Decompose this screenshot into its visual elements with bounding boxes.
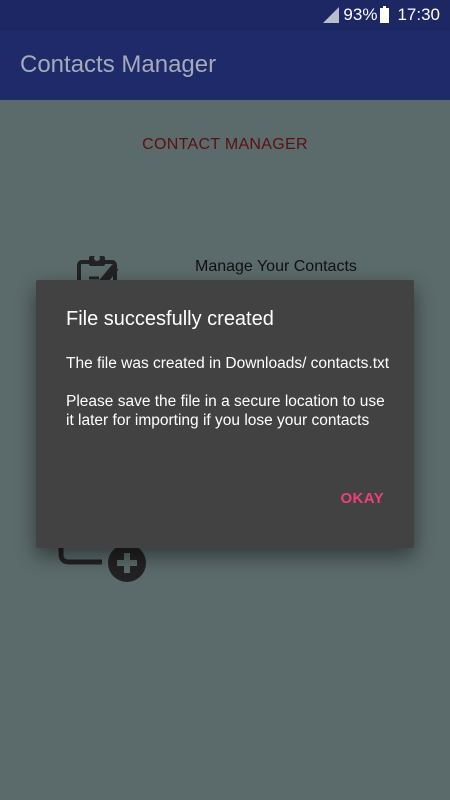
- battery-icon: [380, 5, 390, 23]
- file-created-dialog: File succesfully created The file was cr…: [36, 280, 414, 548]
- okay-button[interactable]: OKAY: [340, 490, 384, 507]
- app-bar: Contacts Manager: [0, 30, 450, 100]
- section-title: CONTACT MANAGER: [142, 136, 308, 153]
- app-title: Contacts Manager: [20, 51, 217, 78]
- dialog-message: The file was created in Downloads/ conta…: [66, 354, 391, 449]
- signal-icon: [323, 7, 340, 23]
- dialog-message-advice: Please save the file in a secure locatio…: [66, 393, 385, 429]
- dialog-message-path: The file was created in Downloads/ conta…: [66, 355, 390, 372]
- dialog-title: File succesfully created: [66, 308, 274, 330]
- manage-contacts-label: Manage Your Contacts: [195, 258, 357, 275]
- status-bar: 93% 17:30: [0, 0, 450, 30]
- clock-time: 17:30: [397, 5, 440, 24]
- battery-percentage: 93%: [343, 5, 378, 24]
